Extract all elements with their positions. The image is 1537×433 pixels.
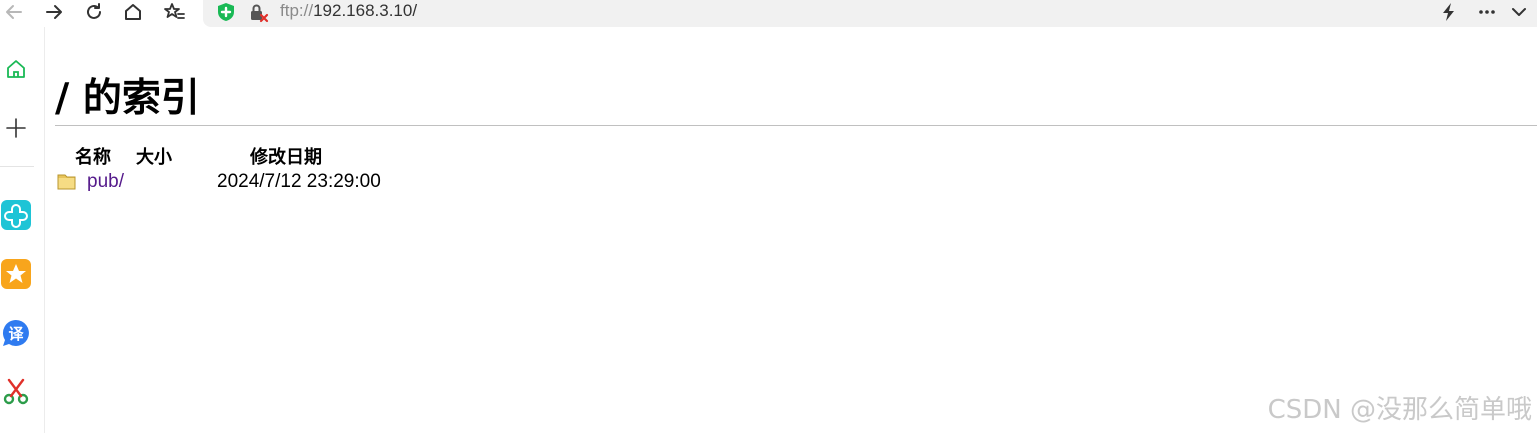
url-host: 192.168.3.10 <box>313 1 413 20</box>
favorites-button[interactable] <box>161 0 187 24</box>
back-button[interactable] <box>1 0 27 24</box>
forward-button[interactable] <box>41 0 67 24</box>
more-dots-icon <box>1479 10 1495 14</box>
url-scheme: ftp:// <box>280 1 314 20</box>
sidebar-favorites[interactable] <box>0 259 32 289</box>
lightning-icon <box>1443 3 1454 21</box>
address-bar[interactable]: ftp://192.168.3.10/ <box>203 0 1537 27</box>
more-options-button[interactable] <box>1477 2 1497 26</box>
sidebar-screenshot[interactable] <box>0 377 32 407</box>
sidebar-app-cyan[interactable] <box>0 200 32 230</box>
sidebar: 译 <box>0 27 45 433</box>
scissors-icon <box>3 378 29 405</box>
sidebar-add-button[interactable] <box>0 116 32 140</box>
speed-mode-button[interactable] <box>1440 2 1458 26</box>
table-row: pub/ 2024/7/12 23:29:00 <box>55 170 555 196</box>
url-path: / <box>412 1 418 20</box>
sidebar-home-button[interactable] <box>0 57 32 81</box>
home-button[interactable] <box>120 0 146 24</box>
back-arrow-icon <box>6 5 22 19</box>
address-dropdown-button[interactable] <box>1510 2 1528 26</box>
column-header-modified[interactable]: 修改日期 <box>250 143 322 169</box>
url-text[interactable]: ftp://192.168.3.10/ <box>280 1 417 21</box>
entry-link[interactable]: pub/ <box>87 171 124 193</box>
translate-app-icon: 译 <box>2 319 29 346</box>
insecure-lock-icon <box>251 4 269 23</box>
title-divider <box>55 125 1537 126</box>
clover-app-icon <box>1 200 31 230</box>
plus-icon <box>6 118 26 138</box>
reload-icon <box>87 3 101 19</box>
chevron-down-icon <box>1512 8 1526 16</box>
forward-arrow-icon <box>46 5 62 19</box>
shield-plus-icon <box>218 3 234 21</box>
watermark: CSDN @没那么简单哦 <box>1267 395 1532 425</box>
home-icon <box>125 4 141 20</box>
column-header-size[interactable]: 大小 <box>136 143 172 169</box>
folder-icon <box>57 174 76 190</box>
entry-modified-date: 2024/7/12 23:29:00 <box>217 171 381 192</box>
star-list-icon <box>164 3 185 19</box>
home-outline-icon <box>7 60 25 78</box>
sidebar-translate[interactable]: 译 <box>0 318 32 348</box>
star-app-icon <box>1 259 31 289</box>
sidebar-divider <box>0 166 34 167</box>
page-title: / 的索引 <box>55 76 200 121</box>
reload-button[interactable] <box>81 0 107 24</box>
column-header-name[interactable]: 名称 <box>75 143 111 169</box>
svg-text:译: 译 <box>8 325 24 343</box>
browser-toolbar: ftp://192.168.3.10/ <box>0 0 1537 27</box>
